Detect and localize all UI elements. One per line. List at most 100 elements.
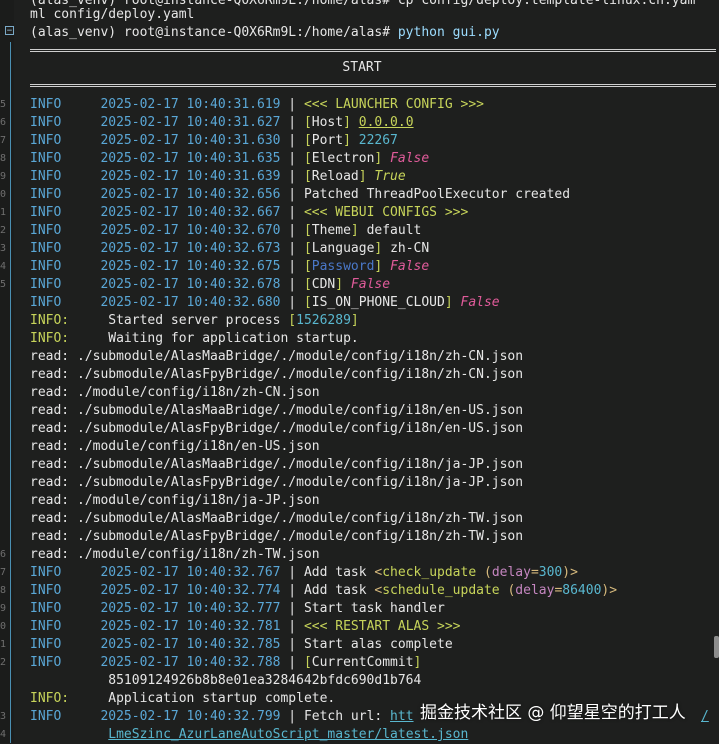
log-timestamp: 2025-02-17 10:40:31.639 bbox=[100, 169, 281, 184]
log-message-segment: ] bbox=[343, 115, 359, 130]
log-message: Application startup complete. bbox=[108, 691, 336, 706]
banner-rule-bottom bbox=[30, 84, 716, 87]
commit-hash-line: 85109124926b8b8e01ea3284642bfdc690d1b764 bbox=[30, 672, 421, 690]
banner-rule-top bbox=[30, 49, 716, 52]
log-line: INFO 2025-02-17 10:40:32.777 | Start tas… bbox=[30, 600, 445, 618]
log-message-segment: 22267 bbox=[358, 133, 398, 148]
gutter-line-number: 9 bbox=[0, 171, 7, 182]
log-level: INFO bbox=[30, 565, 62, 580]
log-message-segment: [ bbox=[303, 259, 312, 274]
log-message-segment: Add task bbox=[303, 565, 375, 580]
log-message-segment: False bbox=[390, 151, 430, 166]
log-timestamp: 2025-02-17 10:40:31.627 bbox=[100, 115, 281, 130]
log-separator: | bbox=[280, 637, 304, 652]
log-timestamp: 2025-02-17 10:40:32.656 bbox=[100, 187, 281, 202]
gutter-line-number: 0 bbox=[0, 621, 7, 632]
log-message-segment: IS_ON_PHONE_CLOUD bbox=[311, 295, 445, 310]
log-message-segment: <<< WEBUI CONFIGS >>> bbox=[303, 205, 469, 220]
log-message-segment: True bbox=[374, 169, 406, 184]
log-message-segment: ] bbox=[374, 241, 391, 256]
fetch-url-link-continued[interactable]: LmeSzinc_AzurLaneAutoScript_master/lates… bbox=[108, 727, 468, 742]
log-level: INFO bbox=[30, 583, 62, 598]
log-message-segment: Start task handler bbox=[303, 601, 445, 616]
log-line: INFO 2025-02-17 10:40:32.656 | Patched T… bbox=[30, 186, 570, 204]
log-message-segment: )> bbox=[562, 565, 578, 580]
gutter-line-number bbox=[0, 330, 14, 348]
log-timestamp: 2025-02-17 10:40:32.777 bbox=[100, 601, 281, 616]
uvicorn-line: INFO: Application startup complete. bbox=[30, 690, 335, 708]
log-timestamp: 2025-02-17 10:40:32.774 bbox=[100, 583, 281, 598]
log-message-segment: Patched ThreadPoolExecutor created bbox=[303, 187, 571, 202]
fetch-url-tail[interactable]: / bbox=[701, 708, 709, 726]
prompt-user-host: (alas_venv) root@instance-Q0X6Rm9L:/home… bbox=[30, 25, 391, 40]
log-message-segment: 86400 bbox=[562, 583, 602, 598]
line-number-gutter: 5 6 7 8 9 0 1 2 3 4 5 6 7 8 9 0 1 2 3 4 bbox=[0, 0, 14, 743]
gutter-line-number bbox=[0, 528, 14, 546]
gutter-line-number bbox=[0, 690, 14, 708]
read-line: read: ./module/config/i18n/zh-TW.json bbox=[30, 546, 320, 564]
log-message-segment: zh-CN bbox=[390, 241, 430, 256]
gutter-line-number bbox=[0, 420, 14, 438]
gutter-line-number: 8 bbox=[0, 585, 7, 596]
gutter-line-number bbox=[0, 456, 14, 474]
log-message-segment: Theme bbox=[311, 223, 351, 238]
log-message-segment: ] bbox=[335, 277, 351, 292]
read-line: read: ./submodule/AlasFpyBridge/./module… bbox=[30, 474, 523, 492]
prompt-command: python gui.py bbox=[397, 25, 500, 40]
log-line: INFO 2025-02-17 10:40:31.639 | [Reload] … bbox=[30, 168, 406, 186]
log-timestamp: 2025-02-17 10:40:32.799 bbox=[100, 709, 281, 724]
gutter-line-number bbox=[0, 384, 14, 402]
log-separator: | bbox=[280, 241, 304, 256]
log-message-segment: )> bbox=[601, 583, 618, 598]
fetch-url-link[interactable]: htt bbox=[390, 709, 413, 724]
log-message-segment: check_update bbox=[382, 565, 477, 580]
log-separator: | bbox=[280, 655, 304, 670]
log-level: INFO bbox=[30, 277, 62, 292]
gutter-line-number: 2 bbox=[0, 657, 7, 668]
log-message-segment: Password bbox=[311, 259, 375, 274]
log-separator: | bbox=[280, 295, 304, 310]
gutter-line-number: 8 bbox=[0, 153, 7, 164]
read-path: read: ./module/config/i18n/ja-JP.json bbox=[30, 493, 320, 508]
gutter-line-number: 6 bbox=[0, 549, 7, 560]
log-timestamp: 2025-02-17 10:40:32.767 bbox=[100, 565, 281, 580]
scrollbar-thumb[interactable] bbox=[714, 636, 719, 658]
fold-bracket bbox=[10, 42, 11, 743]
log-line: INFO 2025-02-17 10:40:32.774 | Add task … bbox=[30, 582, 617, 600]
log-level: INFO bbox=[30, 655, 62, 670]
gutter-line-number bbox=[0, 510, 14, 528]
log-separator: | bbox=[280, 583, 304, 598]
fold-toggle-icon[interactable]: − bbox=[5, 26, 14, 36]
log-message-segment: Add task bbox=[303, 583, 375, 598]
log-separator: | bbox=[280, 187, 304, 202]
log-message-segment: ] bbox=[343, 133, 359, 148]
log-message-segment: delay bbox=[515, 583, 555, 598]
log-timestamp: 2025-02-17 10:40:32.781 bbox=[100, 619, 281, 634]
log-line: INFO 2025-02-17 10:40:32.781 | <<< RESTA… bbox=[30, 618, 461, 636]
log-message-segment: False bbox=[350, 277, 391, 292]
gutter-line-number bbox=[0, 294, 14, 312]
log-timestamp: 2025-02-17 10:40:32.785 bbox=[100, 637, 281, 652]
log-line: INFO 2025-02-17 10:40:32.785 | Start ala… bbox=[30, 636, 453, 654]
log-timestamp: 2025-02-17 10:40:31.635 bbox=[100, 151, 281, 166]
gutter-line-number bbox=[0, 402, 14, 420]
read-path: read: ./module/config/i18n/zh-TW.json bbox=[30, 547, 320, 562]
log-message-segment: schedule_update bbox=[382, 583, 500, 598]
log-message-segment: Host bbox=[311, 115, 344, 130]
read-line: read: ./module/config/i18n/en-US.json bbox=[30, 438, 320, 456]
prompt-line-cut-continuation: ml config/deploy.yaml bbox=[30, 7, 195, 22]
log-line: INFO 2025-02-17 10:40:32.673 | [Language… bbox=[30, 240, 429, 258]
watermark: 掘金技术社区 @ 仰望星空的打工人 bbox=[420, 703, 686, 723]
